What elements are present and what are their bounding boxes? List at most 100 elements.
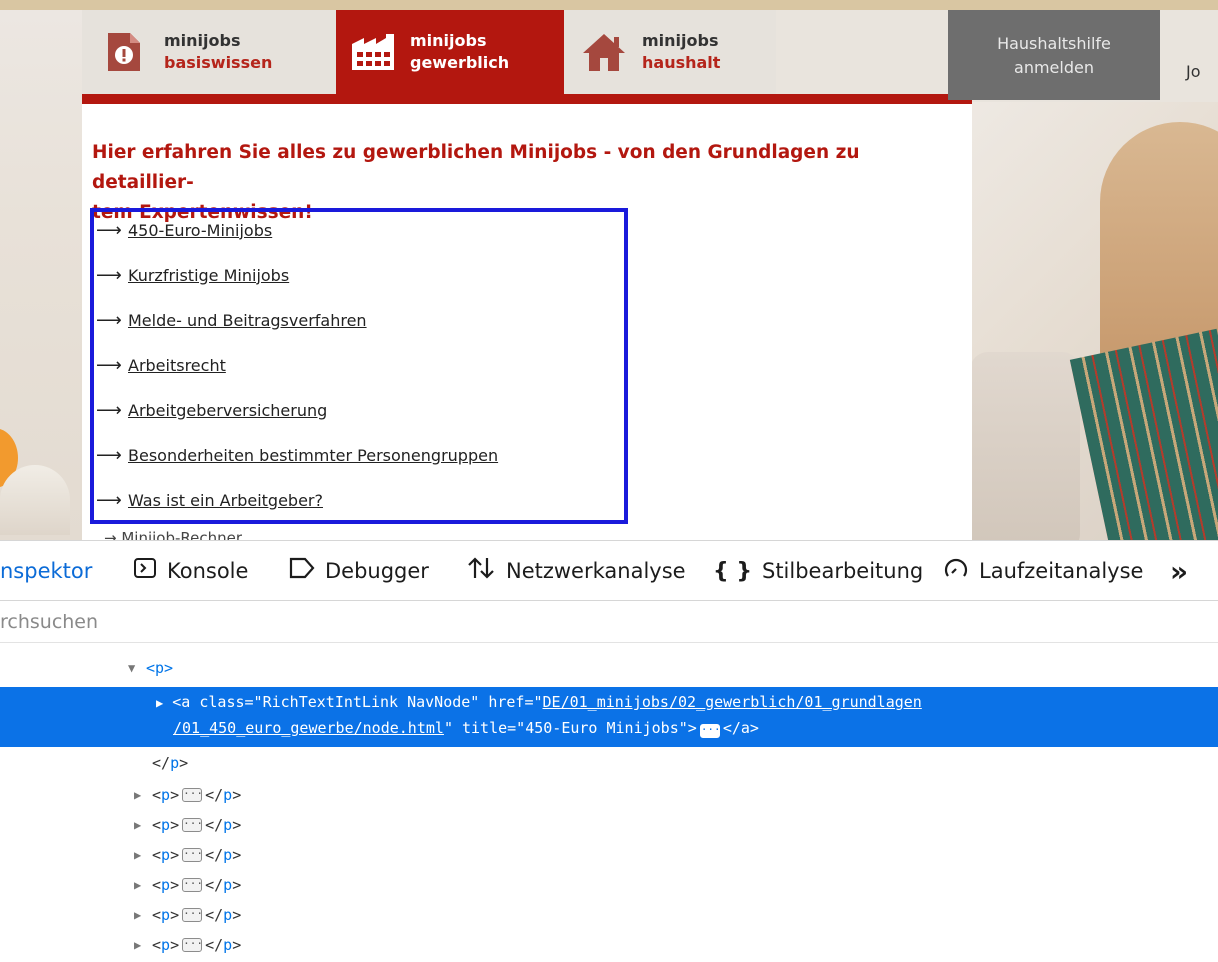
- active-tab-underline: [82, 94, 972, 104]
- tab-label: Netzwerkanalyse: [506, 559, 686, 583]
- ellipsis-badge[interactable]: ···: [699, 724, 721, 738]
- headline-line1: Hier erfahren Sie alles zu gewerblichen …: [92, 142, 860, 193]
- ellipsis-badge[interactable]: ···: [182, 908, 203, 922]
- tree-node-p-collapsed[interactable]: ▶ < p > ··· </p >: [134, 840, 241, 870]
- gauge-icon: [943, 555, 969, 587]
- tab-label: nspektor: [0, 559, 93, 583]
- nav-tab-line1: minijobs: [642, 31, 719, 50]
- console-icon: [133, 556, 157, 586]
- html-search-input[interactable]: rchsuchen: [0, 603, 1218, 643]
- selected-anchor-start: <a class="RichTextIntLink NavNode" href=…: [172, 693, 543, 711]
- ellipsis-badge[interactable]: ···: [182, 878, 203, 892]
- tag-name: p: [170, 754, 180, 772]
- sofa-shape: [970, 352, 1080, 540]
- nav-tab-line2: basiswissen: [164, 53, 273, 72]
- tag-name: p: [223, 786, 233, 804]
- tag-name: p: [223, 936, 233, 954]
- expand-triangle-icon[interactable]: ▼: [128, 661, 146, 675]
- tree-node-p-collapsed[interactable]: ▶ < p > ··· </p >: [134, 780, 241, 810]
- collapse-triangle-icon[interactable]: ▶: [156, 696, 163, 710]
- link-450-euro-minijobs[interactable]: ⟶ 450-Euro-Minijobs: [96, 215, 272, 245]
- selected-node[interactable]: ▶ <a class="RichTextIntLink NavNode" hre…: [0, 687, 1218, 747]
- link-arbeitsrecht[interactable]: ⟶ Arbeitsrecht: [96, 350, 226, 380]
- tree-node-p-expanded[interactable]: ▼ <p>: [128, 653, 173, 683]
- house-icon: [578, 26, 630, 78]
- link-label[interactable]: Besonderheiten bestimmter Personengruppe…: [128, 446, 498, 465]
- tab-label: Konsole: [167, 559, 249, 583]
- tab-debugger[interactable]: Debugger: [289, 541, 429, 601]
- link-label[interactable]: Was ist ein Arbeitgeber?: [128, 491, 323, 510]
- braces-icon: { }: [713, 558, 752, 584]
- tab-stilbearbeitung[interactable]: { } Stilbearbeitung: [713, 541, 923, 601]
- link-besonderheiten-personengruppen[interactable]: ⟶ Besonderheiten bestimmter Personengrup…: [96, 440, 498, 470]
- nav-tab-basiswissen[interactable]: minijobs basiswissen: [82, 10, 336, 94]
- link-label[interactable]: Melde- und Beitragsverfahren: [128, 311, 367, 330]
- expand-triangle-icon[interactable]: ▶: [134, 878, 152, 892]
- href-link-part2[interactable]: /01_450_euro_gewerbe/node.html: [173, 719, 444, 737]
- link-partially-visible[interactable]: → Minijob-Rechner: [104, 529, 242, 540]
- ellipsis-badge[interactable]: ···: [182, 818, 203, 832]
- hero-image-left: [0, 10, 82, 540]
- blanket-shape: [1069, 328, 1218, 540]
- href-link-part1[interactable]: DE/01_minijobs/02_gewerblich/01_grundlag…: [543, 693, 922, 711]
- link-arbeitgeberversicherung[interactable]: ⟶ Arbeitgeberversicherung: [96, 395, 327, 425]
- ellipsis-badge[interactable]: ···: [182, 788, 203, 802]
- link-label[interactable]: Kurzfristige Minijobs: [128, 266, 289, 285]
- selected-anchor-end: </a>: [722, 719, 759, 737]
- expand-triangle-icon[interactable]: ▶: [134, 818, 152, 832]
- tab-inspektor[interactable]: nspektor: [0, 541, 92, 601]
- nav-tab-gewerblich[interactable]: minijobs gewerblich: [336, 10, 564, 94]
- tag-name: p: [223, 816, 233, 834]
- tab-netzwerkanalyse[interactable]: Netzwerkanalyse: [466, 541, 686, 601]
- tab-label: Stilbearbeitung: [761, 559, 924, 583]
- button-line2: anmelden: [1014, 58, 1094, 77]
- tab-konsole[interactable]: Konsole: [133, 541, 248, 601]
- network-arrows-icon: [466, 556, 496, 586]
- nav-tab-line1: minijobs: [410, 31, 487, 50]
- tree-node-p-collapsed[interactable]: ▶ < p > ··· </p >: [134, 900, 241, 930]
- nav-item-truncated[interactable]: Jo: [1186, 62, 1201, 81]
- arrow-icon: ⟶: [96, 309, 122, 331]
- arrow-icon: ⟶: [96, 399, 122, 421]
- link-melde-und-beitragsverfahren[interactable]: ⟶ Melde- und Beitragsverfahren: [96, 305, 367, 335]
- tree-node-p-collapsed[interactable]: ▶ < p > ··· </p >: [134, 870, 241, 900]
- ellipsis-badge[interactable]: ···: [182, 938, 203, 952]
- expand-triangle-icon[interactable]: ▶: [134, 848, 152, 862]
- devtools-toolbar: nspektor Konsole Debugger Netzwerkanalys…: [0, 541, 1218, 601]
- tag-name: p: [223, 846, 233, 864]
- ellipsis-badge[interactable]: ···: [182, 848, 203, 862]
- tab-laufzeitanalyse[interactable]: Laufzeitanalyse: [943, 541, 1143, 601]
- arrow-icon: ⟶: [96, 354, 122, 376]
- tag-open: <p>: [146, 659, 174, 677]
- expand-triangle-icon[interactable]: ▶: [134, 908, 152, 922]
- tab-label: Debugger: [325, 559, 429, 583]
- nav-tab-haushalt[interactable]: minijobs haushalt: [564, 10, 776, 94]
- tag-name: p: [161, 936, 171, 954]
- more-tabs-button[interactable]: »: [1170, 541, 1188, 601]
- tree-node-p-collapsed[interactable]: ▶ < p > ··· </p >: [134, 930, 241, 960]
- link-label[interactable]: Arbeitsrecht: [128, 356, 226, 375]
- search-placeholder: rchsuchen: [0, 611, 99, 633]
- tree-node-p-close[interactable]: </p >: [152, 748, 188, 778]
- tab-label: Laufzeitanalyse: [979, 559, 1144, 583]
- expand-triangle-icon[interactable]: ▶: [134, 938, 152, 952]
- tree-node-p-collapsed[interactable]: ▶ < p > ··· </p >: [134, 810, 241, 840]
- expand-triangle-icon[interactable]: ▶: [134, 788, 152, 802]
- tag-name: p: [223, 906, 233, 924]
- nav-tab-line2: haushalt: [642, 53, 721, 72]
- chevron-double-right-icon: »: [1170, 554, 1189, 588]
- factory-icon: [348, 26, 400, 78]
- link-kurzfristige-minijobs[interactable]: ⟶ Kurzfristige Minijobs: [96, 260, 289, 290]
- content-card: Hier erfahren Sie alles zu gewerblichen …: [82, 104, 972, 540]
- link-label[interactable]: Arbeitgeberversicherung: [128, 401, 327, 420]
- arrow-icon: ⟶: [96, 444, 122, 466]
- link-was-ist-ein-arbeitgeber[interactable]: ⟶ Was ist ein Arbeitgeber?: [96, 485, 323, 515]
- arrow-icon: ⟶: [96, 264, 122, 286]
- arrow-icon: ⟶: [96, 489, 122, 511]
- header-stripe: [0, 0, 1218, 10]
- arrow-icon: ⟶: [96, 219, 122, 241]
- tag-name: p: [223, 876, 233, 894]
- link-label[interactable]: 450-Euro-Minijobs: [128, 221, 272, 240]
- nav-tab-line1: minijobs: [164, 31, 241, 50]
- haushaltshilfe-anmelden-button[interactable]: Haushaltshilfe anmelden: [948, 10, 1160, 100]
